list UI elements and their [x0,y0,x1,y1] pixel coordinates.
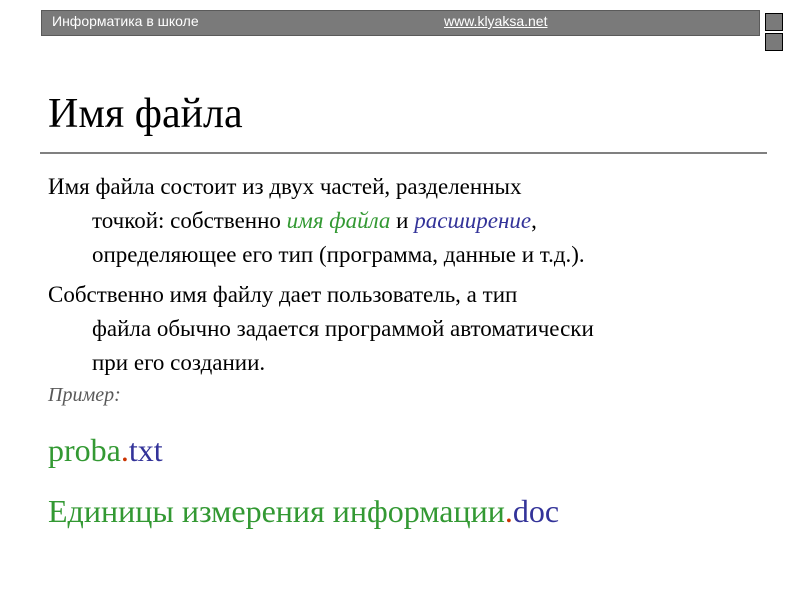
example-dot: . [504,493,513,529]
paragraph-line: точкой: собственно имя файла и расширени… [48,204,772,238]
title-divider [40,152,767,154]
paragraph-line: при его создании. [92,350,266,375]
term-extension: расширение [414,208,532,233]
example-label: Пример: [48,384,121,406]
example-dot: . [120,432,129,468]
header-site-name: Информатика в школе [52,13,199,29]
example-extension-part: txt [128,432,163,468]
paragraph-file-name-parts: Имя файла состоит из двух частей, раздел… [48,170,772,272]
paragraph-line: Собственно имя файлу дает пользователь, … [48,282,518,307]
decorative-square [765,33,783,51]
example-extension-part: doc [512,493,560,529]
term-file-name: имя файла [286,208,391,233]
paragraph-line: файла обычно задается программой автомат… [92,316,594,341]
example-name-part: proba [48,432,121,468]
paragraph-line: определяющее его тип (программа, данные … [92,242,585,267]
example-filename: proba.txt [48,430,163,470]
header-url-link[interactable]: www.klyaksa.net [444,12,547,30]
paragraph-who-names-file: Собственно имя файлу дает пользователь, … [48,278,772,380]
text-fragment: , [531,208,537,233]
example-filename: Единицы измерения информации.doc [48,491,559,531]
example-name-part: Единицы измерения информации [48,493,505,529]
text-fragment: и [390,208,415,233]
paragraph-line: Имя файла состоит из двух частей, раздел… [48,174,522,199]
slide-title: Имя файла [48,91,243,137]
text-fragment: точкой: собственно [92,208,287,233]
decorative-square [765,13,783,31]
